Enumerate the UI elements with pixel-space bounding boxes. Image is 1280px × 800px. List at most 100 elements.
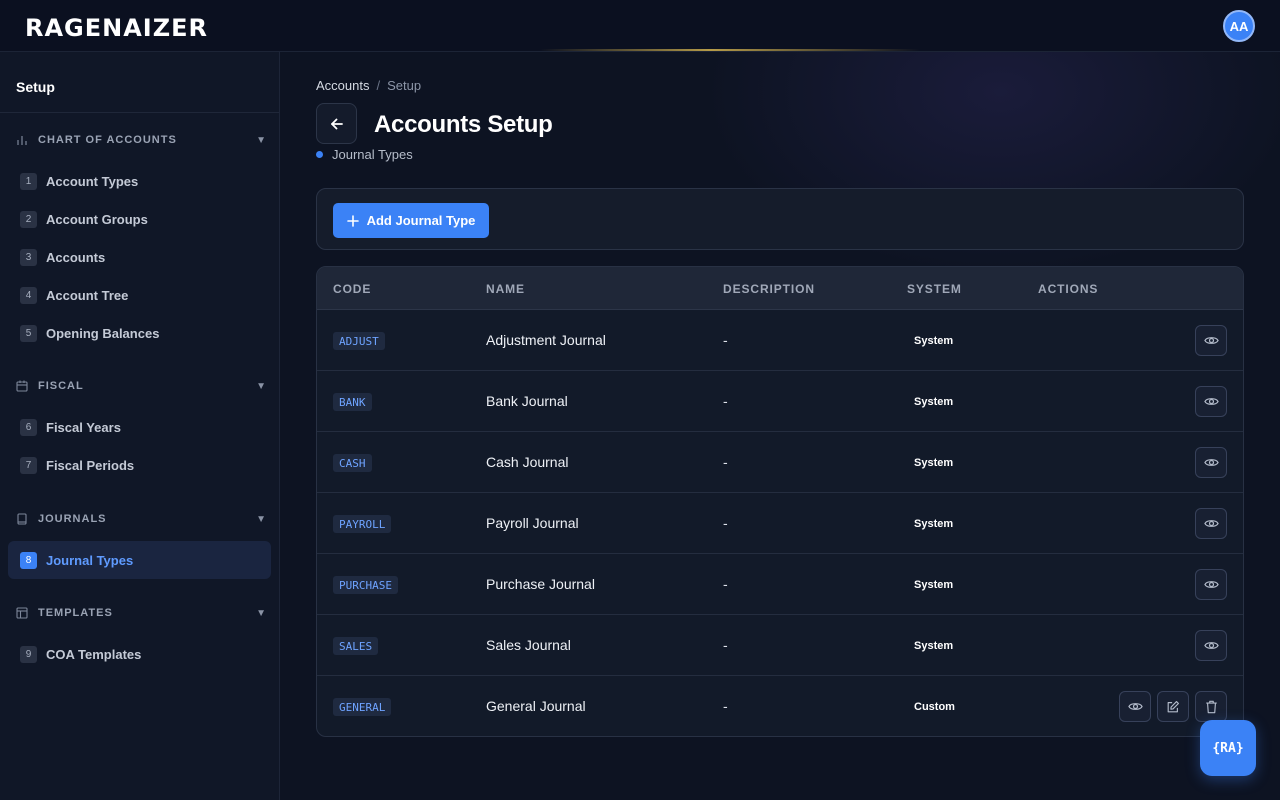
assistant-icon: {RA}: [1212, 740, 1244, 756]
eye-icon: [1203, 638, 1219, 653]
sidebar-item-label: Account Types: [46, 173, 139, 189]
description-cell: -: [723, 698, 728, 714]
description-cell: -: [723, 454, 728, 470]
sidebar-item-opening-balances[interactable]: 5 Opening Balances: [8, 314, 271, 352]
chevron-down-icon[interactable]: ▼: [256, 135, 266, 146]
section-label: JOURNALS: [38, 513, 107, 525]
sidebar-item-journal-types[interactable]: 8 Journal Types: [8, 541, 271, 579]
chevron-down-icon[interactable]: ▼: [256, 514, 266, 525]
breadcrumb-separator: /: [376, 78, 381, 93]
layout-icon: [16, 607, 28, 619]
top-bar: RAGENAIZER AA: [0, 0, 1280, 52]
eye-icon: [1203, 577, 1219, 592]
breadcrumb: Accounts / Setup: [316, 78, 421, 93]
code-badge: GENERAL: [333, 698, 392, 716]
sidebar-item-label: COA Templates: [46, 646, 142, 662]
sidebar-item-account-groups[interactable]: 2 Account Groups: [8, 200, 271, 238]
system-cell: System: [914, 396, 954, 408]
sidebar-item-accounts[interactable]: 3 Accounts: [8, 238, 271, 276]
code-badge: ADJUST: [333, 332, 385, 350]
arrow-left-icon: [329, 116, 345, 132]
delete-button[interactable]: [1195, 691, 1227, 722]
plus-icon: [346, 214, 359, 227]
sidebar-item-account-tree[interactable]: 4 Account Tree: [8, 276, 271, 314]
add-button-label: Add Journal Type: [366, 213, 476, 228]
edit-icon: [1166, 700, 1180, 714]
view-button[interactable]: [1119, 691, 1151, 722]
assistant-fab-button[interactable]: {RA}: [1200, 720, 1256, 776]
eye-icon: [1203, 455, 1219, 470]
sidebar-item-label: Fiscal Years: [46, 419, 121, 435]
app-logo[interactable]: RAGENAIZER: [25, 14, 208, 42]
column-header-code[interactable]: CODE: [333, 282, 371, 296]
table-row: BANK Bank Journal - System: [317, 371, 1243, 432]
description-cell: -: [723, 576, 728, 592]
column-header-name[interactable]: NAME: [486, 282, 525, 296]
column-header-description[interactable]: DESCRIPTION: [723, 282, 815, 296]
name-cell: Payroll Journal: [486, 515, 579, 531]
system-cell: System: [914, 640, 954, 652]
table-header: CODE NAME DESCRIPTION SYSTEM ACTIONS: [317, 267, 1243, 310]
system-cell: System: [914, 579, 954, 591]
name-cell: Purchase Journal: [486, 576, 595, 592]
sidebar-item-coa-templates[interactable]: 9 COA Templates: [8, 635, 271, 673]
eye-icon: [1203, 516, 1219, 531]
eye-icon: [1127, 699, 1143, 714]
sidebar-item-label: Opening Balances: [46, 325, 160, 341]
back-button[interactable]: [316, 103, 357, 144]
user-avatar[interactable]: AA: [1223, 10, 1255, 42]
breadcrumb-accounts[interactable]: Accounts: [316, 78, 369, 93]
add-journal-type-button[interactable]: Add Journal Type: [333, 203, 489, 238]
sidebar: Setup CHART OF ACCOUNTS ▼ 1 Account Type…: [0, 52, 280, 800]
item-number: 7: [20, 456, 37, 474]
sidebar-item-account-types[interactable]: 1 Account Types: [8, 162, 271, 200]
column-header-system[interactable]: SYSTEM: [907, 282, 962, 296]
eye-icon: [1203, 394, 1219, 409]
sidebar-item-label: Fiscal Periods: [46, 457, 135, 473]
item-number: 3: [20, 248, 37, 266]
main-content: Accounts / Setup Accounts Setup Journal …: [280, 52, 1280, 800]
item-number: 8: [20, 551, 37, 569]
view-button[interactable]: [1195, 447, 1227, 478]
section-fiscal[interactable]: FISCAL ▼: [16, 376, 266, 396]
description-cell: -: [723, 393, 728, 409]
code-badge: PURCHASE: [333, 576, 398, 594]
sidebar-divider: [0, 112, 279, 113]
view-button[interactable]: [1195, 386, 1227, 417]
journal-types-table: CODE NAME DESCRIPTION SYSTEM ACTIONS ADJ…: [316, 266, 1244, 737]
eye-icon: [1203, 333, 1219, 348]
status-dot: [316, 151, 323, 158]
sidebar-item-fiscal-years[interactable]: 6 Fiscal Years: [8, 408, 271, 446]
edit-button[interactable]: [1157, 691, 1189, 722]
view-button[interactable]: [1195, 325, 1227, 356]
system-cell: System: [914, 457, 954, 469]
code-badge: SALES: [333, 637, 379, 655]
sidebar-item-label: Account Tree: [46, 287, 129, 303]
view-button[interactable]: [1195, 569, 1227, 600]
chevron-down-icon[interactable]: ▼: [256, 608, 266, 619]
toolbar-card: Add Journal Type: [316, 188, 1244, 250]
page-title: Accounts Setup: [374, 111, 553, 138]
section-chart-of-accounts[interactable]: CHART OF ACCOUNTS ▼: [16, 130, 266, 150]
book-icon: [16, 513, 28, 525]
table-row: PAYROLL Payroll Journal - System: [317, 493, 1243, 554]
name-cell: Bank Journal: [486, 393, 568, 409]
section-templates[interactable]: TEMPLATES ▼: [16, 603, 266, 623]
description-cell: -: [723, 332, 728, 348]
calendar-icon: [16, 380, 28, 392]
table-row: CASH Cash Journal - System: [317, 432, 1243, 493]
section-journals[interactable]: JOURNALS ▼: [16, 509, 266, 529]
view-button[interactable]: [1195, 508, 1227, 539]
table-row: GENERAL General Journal - Custom: [317, 676, 1243, 736]
view-button[interactable]: [1195, 630, 1227, 661]
subtitle-text: Journal Types: [332, 147, 413, 162]
chevron-down-icon[interactable]: ▼: [256, 381, 266, 392]
header-glow-line: [540, 49, 920, 51]
code-badge: PAYROLL: [333, 515, 392, 533]
breadcrumb-setup: Setup: [387, 78, 422, 93]
name-cell: Sales Journal: [486, 637, 571, 653]
table-row: PURCHASE Purchase Journal - System: [317, 554, 1243, 615]
bar-chart-icon: [16, 134, 28, 146]
sidebar-item-label: Accounts: [46, 249, 106, 265]
sidebar-item-fiscal-periods[interactable]: 7 Fiscal Periods: [8, 446, 271, 484]
